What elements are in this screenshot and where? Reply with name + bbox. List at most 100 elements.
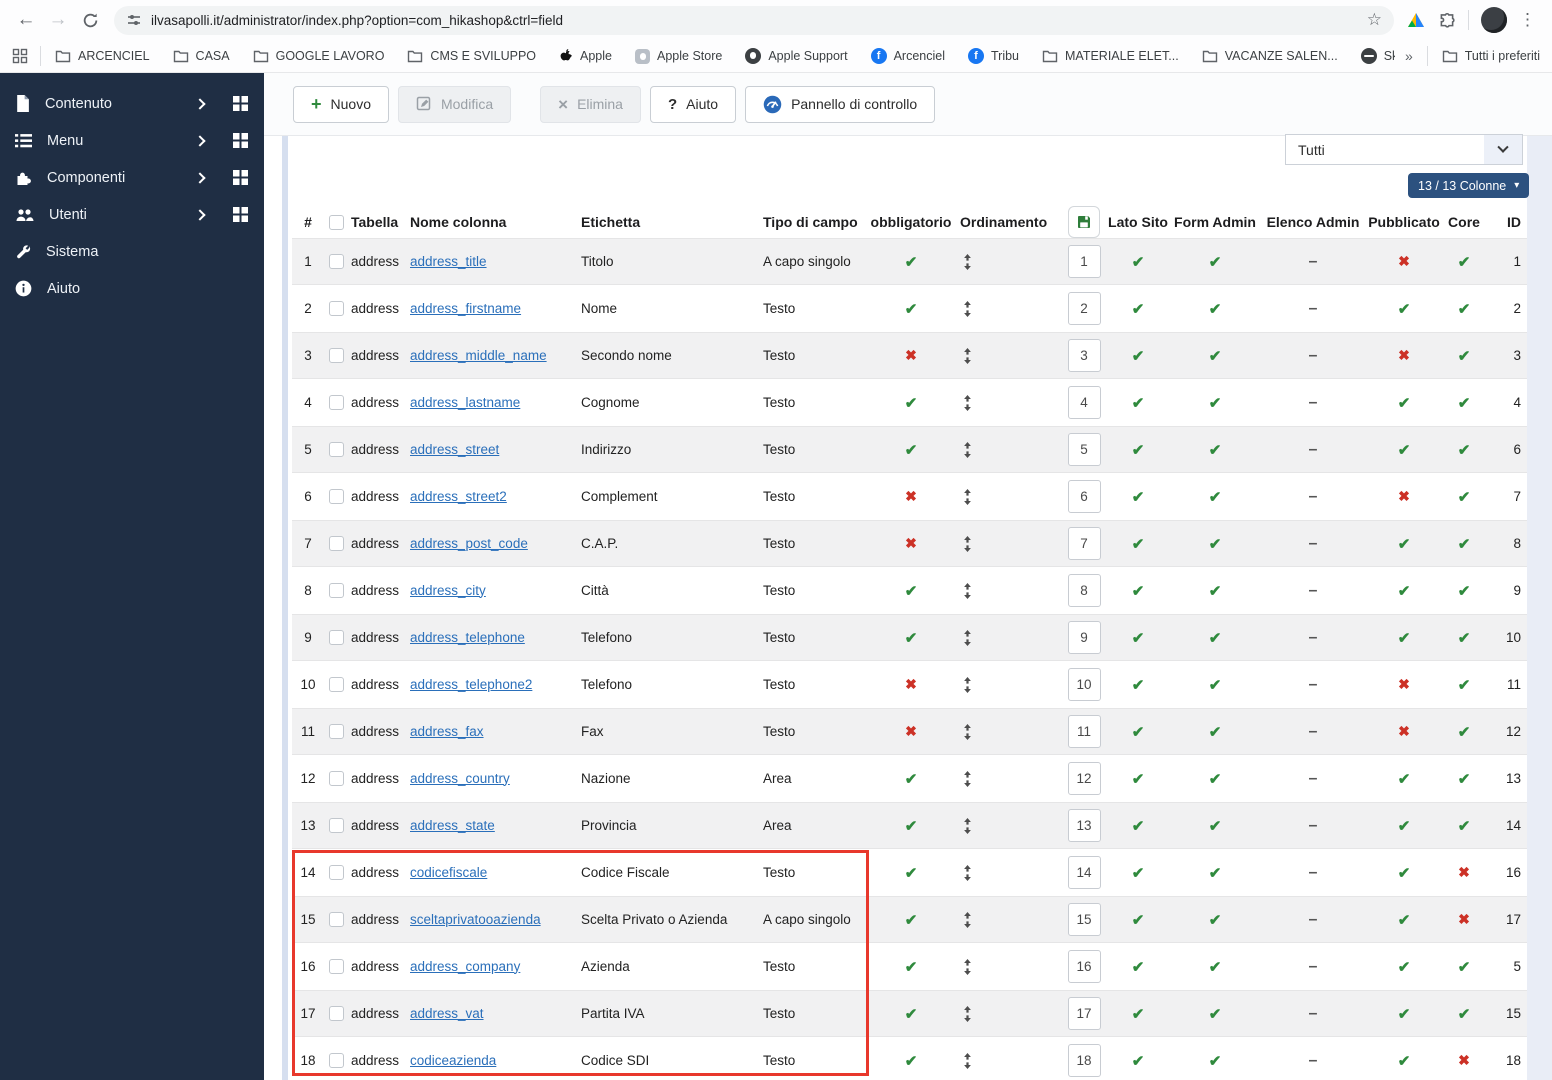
row-checkbox[interactable] <box>328 771 344 786</box>
check-icon[interactable]: ✔ <box>1132 1052 1145 1070</box>
column-name-link[interactable]: address_street <box>410 442 499 457</box>
browser-menu-icon[interactable]: ⋮ <box>1519 10 1536 30</box>
check-icon[interactable]: ✔ <box>1132 911 1145 929</box>
check-icon[interactable]: ✔ <box>1209 864 1222 882</box>
column-name-link[interactable]: address_company <box>410 959 520 974</box>
row-checkbox[interactable] <box>328 395 344 410</box>
col-header-table[interactable]: Tabella <box>348 214 407 230</box>
col-header-column[interactable]: Nome colonna <box>407 214 578 230</box>
check-icon[interactable]: ✔ <box>1132 488 1145 506</box>
check-icon[interactable]: ✔ <box>905 770 918 788</box>
check-icon[interactable]: ✔ <box>1458 817 1471 835</box>
row-checkbox[interactable] <box>328 442 344 457</box>
columns-count-badge[interactable]: 13 / 13 Colonne ▾ <box>1408 173 1530 198</box>
check-icon[interactable]: ✔ <box>905 958 918 976</box>
check-icon[interactable]: ✔ <box>1398 1005 1411 1023</box>
check-icon[interactable]: ✔ <box>905 253 918 271</box>
check-icon[interactable]: ✔ <box>1209 817 1222 835</box>
check-icon[interactable]: ✔ <box>905 911 918 929</box>
check-icon[interactable]: ✔ <box>1132 535 1145 553</box>
check-icon[interactable]: ✔ <box>1209 770 1222 788</box>
select-all-checkbox[interactable] <box>328 214 344 230</box>
check-icon[interactable]: ✔ <box>1398 864 1411 882</box>
check-icon[interactable]: ✔ <box>1209 441 1222 459</box>
col-header-front[interactable]: Lato Sito <box>1108 214 1168 230</box>
check-icon[interactable]: ✔ <box>905 394 918 412</box>
ordering-input[interactable]: 18 <box>1067 1044 1101 1077</box>
bookmarks-overflow-icon[interactable]: » <box>1405 48 1413 64</box>
ordering-handle-icon[interactable] <box>962 676 973 693</box>
check-icon[interactable]: ✔ <box>1458 300 1471 318</box>
check-icon[interactable]: ✔ <box>1132 300 1145 318</box>
ordering-input[interactable]: 7 <box>1067 527 1101 560</box>
row-checkbox[interactable] <box>328 536 344 551</box>
check-icon[interactable]: ✔ <box>905 864 918 882</box>
cross-icon[interactable]: ✖ <box>1398 488 1410 505</box>
column-name-link[interactable]: address_state <box>410 818 495 833</box>
ordering-input[interactable]: 12 <box>1067 762 1101 795</box>
ordering-input[interactable]: 8 <box>1067 574 1101 607</box>
check-icon[interactable]: ✔ <box>1458 770 1471 788</box>
column-name-link[interactable]: address_city <box>410 583 486 598</box>
ordering-handle-icon[interactable] <box>962 441 973 458</box>
check-icon[interactable]: ✔ <box>905 441 918 459</box>
cross-icon[interactable]: ✖ <box>1458 911 1470 928</box>
bookmark-item[interactable]: f Tribu <box>967 48 1019 64</box>
ordering-handle-icon[interactable] <box>962 582 973 599</box>
check-icon[interactable]: ✔ <box>1132 1005 1145 1023</box>
check-icon[interactable]: ✔ <box>1209 723 1222 741</box>
row-checkbox[interactable] <box>328 959 344 974</box>
ordering-handle-icon[interactable] <box>962 817 973 834</box>
bookmark-item[interactable]: f Arcenciel <box>870 48 945 64</box>
bookmark-item[interactable]: Apple Store <box>635 48 722 64</box>
sidebar-item-utenti[interactable]: Utenti <box>0 196 264 233</box>
bookmark-item[interactable]: CASA <box>173 49 230 63</box>
ordering-input[interactable]: 6 <box>1067 480 1101 513</box>
ordering-handle-icon[interactable] <box>962 1052 973 1069</box>
filter-select-tutti[interactable]: Tutti <box>1285 134 1523 165</box>
column-name-link[interactable]: codicefiscale <box>410 865 487 880</box>
row-checkbox[interactable] <box>328 865 344 880</box>
bookmark-item[interactable]: CMS E SVILUPPO <box>407 49 536 63</box>
ordering-input[interactable]: 10 <box>1067 668 1101 701</box>
row-checkbox[interactable] <box>328 301 344 316</box>
ordering-handle-icon[interactable] <box>962 864 973 881</box>
column-name-link[interactable]: address_fax <box>410 724 484 739</box>
check-icon[interactable]: ✔ <box>1209 1052 1222 1070</box>
check-icon[interactable]: ✔ <box>1398 1052 1411 1070</box>
site-settings-icon[interactable] <box>126 12 142 28</box>
ordering-input[interactable]: 17 <box>1067 997 1101 1030</box>
check-icon[interactable]: ✔ <box>1458 582 1471 600</box>
bookmark-item[interactable]: GOOGLE LAVORO <box>253 49 384 63</box>
ordering-input[interactable]: 11 <box>1067 715 1101 748</box>
bookmark-item[interactable]: Skype <box>1360 48 1395 64</box>
modifica-button[interactable]: Modifica <box>397 85 512 123</box>
reload-icon[interactable] <box>74 4 106 36</box>
column-name-link[interactable]: address_telephone2 <box>410 677 532 692</box>
check-icon[interactable]: ✔ <box>1458 958 1471 976</box>
check-icon[interactable]: ✔ <box>1132 723 1145 741</box>
bookmark-item[interactable]: MATERIALE ELET... <box>1042 49 1179 63</box>
check-icon[interactable]: ✔ <box>1458 394 1471 412</box>
cross-icon[interactable]: ✖ <box>1398 347 1410 364</box>
check-icon[interactable]: ✔ <box>905 300 918 318</box>
nuovo-button[interactable]: + Nuovo <box>293 85 389 123</box>
check-icon[interactable]: ✔ <box>1458 629 1471 647</box>
check-icon[interactable]: ✔ <box>1132 253 1145 271</box>
row-checkbox[interactable] <box>328 1053 344 1068</box>
pannello-di-controllo-button[interactable]: Pannello di controllo <box>745 85 936 123</box>
check-icon[interactable]: ✔ <box>1458 441 1471 459</box>
column-name-link[interactable]: sceltaprivatooazienda <box>410 912 541 927</box>
bookmark-item[interactable]: ARCENCIEL <box>55 49 150 63</box>
elimina-button[interactable]: × Elimina <box>540 85 641 123</box>
check-icon[interactable]: ✔ <box>1398 817 1411 835</box>
check-icon[interactable]: ✔ <box>1458 253 1471 271</box>
row-checkbox[interactable] <box>328 1006 344 1021</box>
bookmark-item[interactable]: Apple Support <box>745 48 848 64</box>
column-name-link[interactable]: address_lastname <box>410 395 520 410</box>
cross-icon[interactable]: ✖ <box>1458 1052 1470 1069</box>
check-icon[interactable]: ✔ <box>1398 441 1411 459</box>
ordering-input[interactable]: 4 <box>1067 386 1101 419</box>
forward-icon[interactable]: → <box>42 4 74 36</box>
check-icon[interactable]: ✔ <box>1132 441 1145 459</box>
